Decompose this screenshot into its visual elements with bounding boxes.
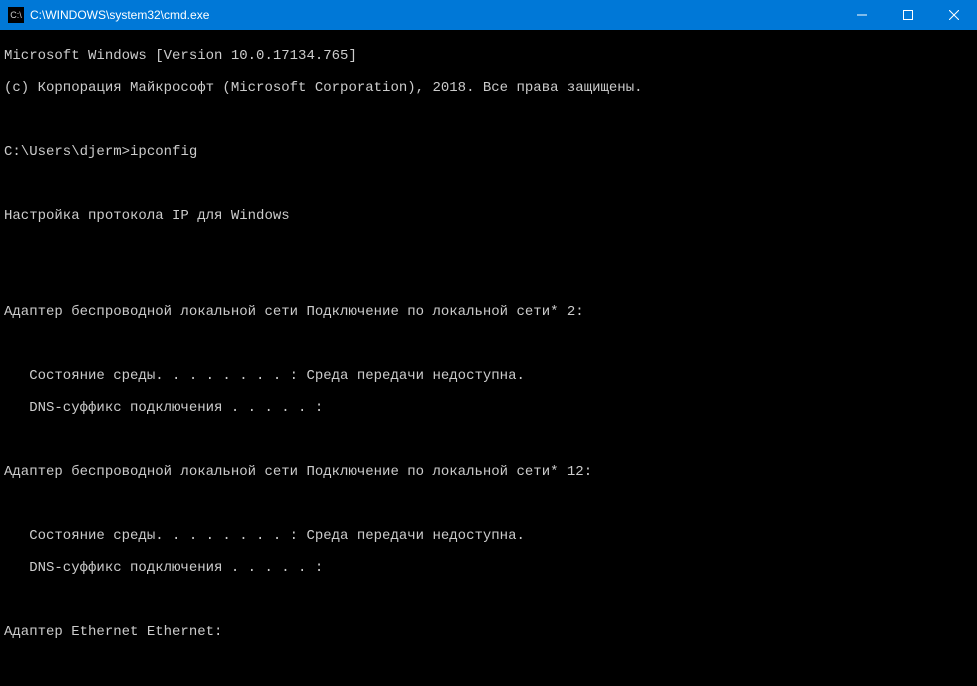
command: ipconfig: [130, 144, 197, 160]
adapter-line: DNS-суффикс подключения . . . . . :: [4, 560, 973, 576]
adapter-header: Адаптер беспроводной локальной сети Подк…: [4, 304, 973, 320]
prompt: C:\Users\djerm>: [4, 144, 130, 160]
app-icon: C:\: [8, 7, 24, 23]
copyright-line: (c) Корпорация Майкрософт (Microsoft Cor…: [4, 80, 973, 96]
adapter-line: Состояние среды. . . . . . . . : Среда п…: [4, 528, 973, 544]
adapter-line: Состояние среды. . . . . . . . : Среда п…: [4, 368, 973, 384]
window-title: C:\WINDOWS\system32\cmd.exe: [30, 8, 839, 22]
terminal-body[interactable]: Microsoft Windows [Version 10.0.17134.76…: [0, 30, 977, 686]
adapter-line: DNS-суффикс подключения . . . . . :: [4, 400, 973, 416]
minimize-button[interactable]: [839, 0, 885, 30]
prompt-line: C:\Users\djerm>ipconfig: [4, 144, 973, 160]
titlebar[interactable]: C:\ C:\WINDOWS\system32\cmd.exe: [0, 0, 977, 30]
close-button[interactable]: [931, 0, 977, 30]
adapter-header: Адаптер Ethernet Ethernet:: [4, 624, 973, 640]
version-line: Microsoft Windows [Version 10.0.17134.76…: [4, 48, 973, 64]
cmd-window: C:\ C:\WINDOWS\system32\cmd.exe Microsof…: [0, 0, 977, 686]
ipconfig-title: Настройка протокола IP для Windows: [4, 208, 973, 224]
maximize-button[interactable]: [885, 0, 931, 30]
adapter-header: Адаптер беспроводной локальной сети Подк…: [4, 464, 973, 480]
